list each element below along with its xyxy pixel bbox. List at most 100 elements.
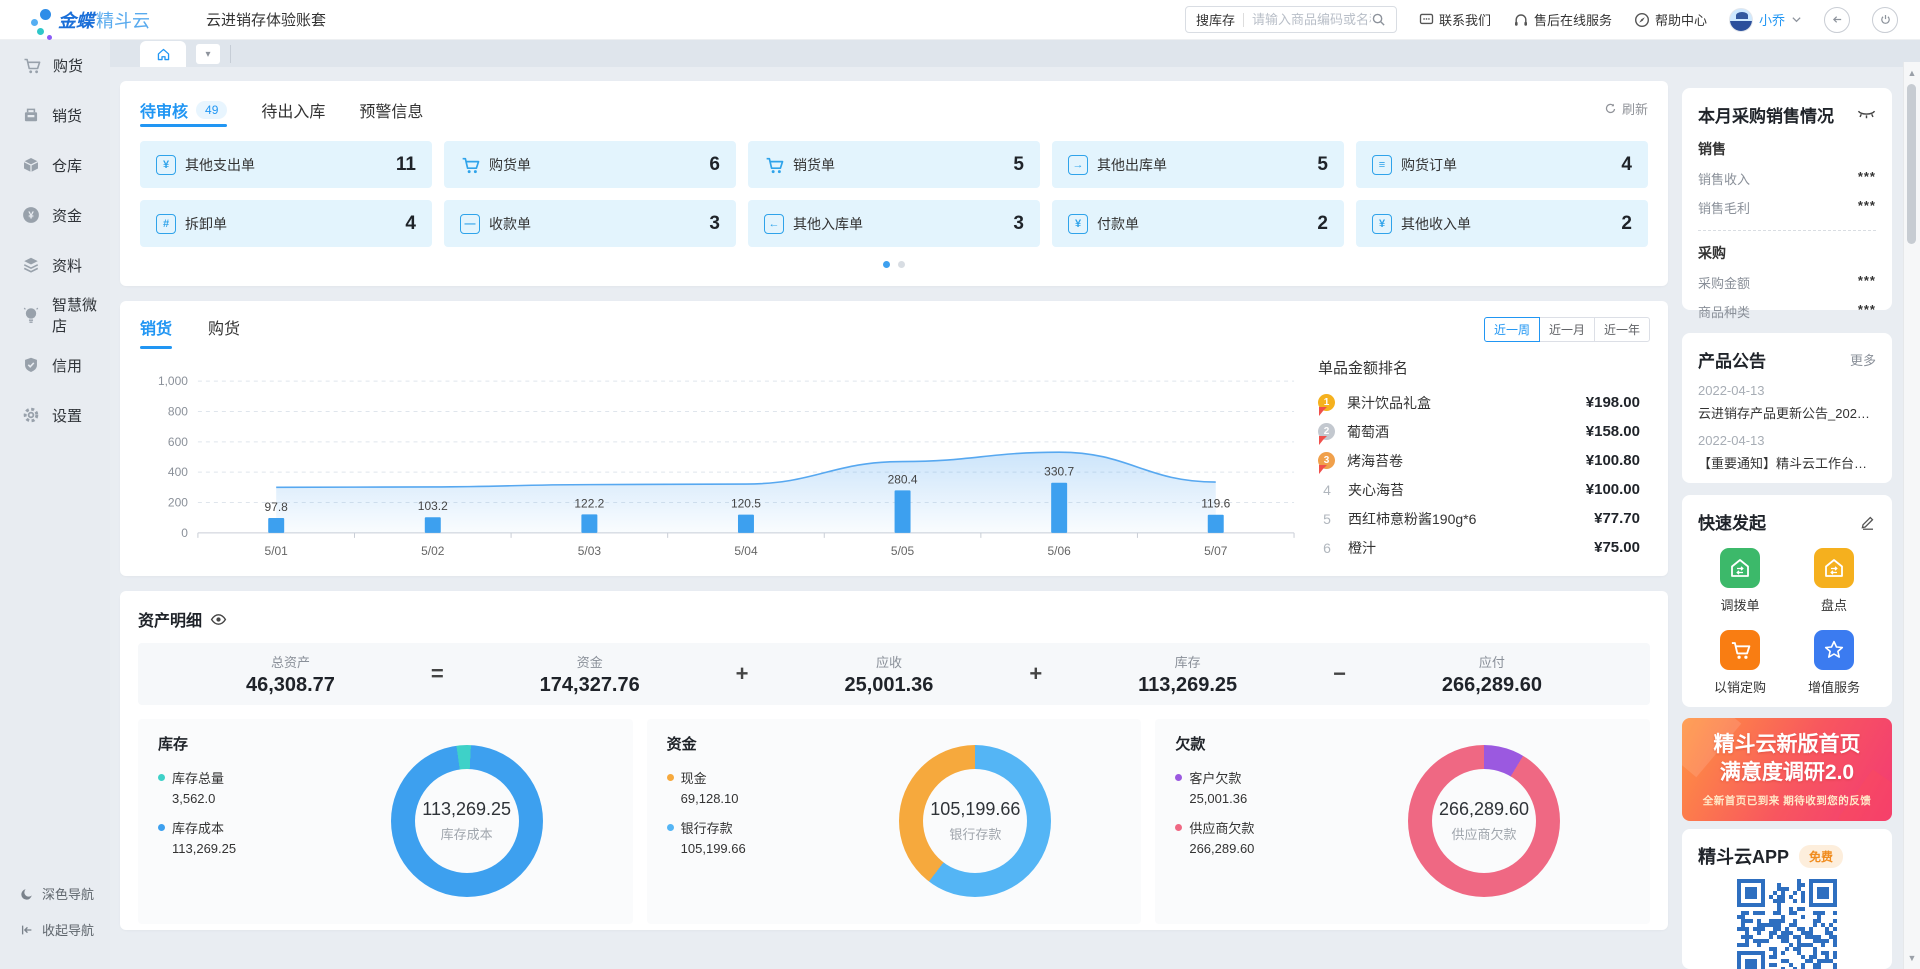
tab-dropdown-button[interactable]: ▾ [196, 44, 220, 64]
svg-text:600: 600 [168, 435, 188, 449]
search-icon[interactable] [1371, 12, 1386, 27]
transfer-icon [1720, 548, 1760, 588]
quick-action-transfer[interactable]: 调拨单 [1698, 548, 1782, 614]
ranking-row[interactable]: 4 夹心海苔 ¥100.00 [1318, 475, 1640, 504]
debt-donut-chart[interactable]: 266,289.60 供应商欠款 [1408, 745, 1560, 897]
announcement-link[interactable]: 云进销存产品更新公告_20220... [1698, 403, 1876, 422]
contact-us-link[interactable]: 联系我们 [1419, 10, 1491, 29]
funds-donut-chart[interactable]: 105,199.66 银行存款 [899, 745, 1051, 897]
legend-dot [667, 774, 674, 781]
doc-card-purchase-order[interactable]: ≡ 购货订单 4 [1356, 141, 1648, 188]
ranking-row[interactable]: 6 橙汁 ¥75.00 [1318, 533, 1640, 562]
power-circle-button[interactable] [1872, 7, 1898, 33]
edit-icon[interactable] [1860, 514, 1876, 530]
back-circle-button[interactable] [1824, 7, 1850, 33]
refresh-button[interactable]: 刷新 [1604, 99, 1648, 118]
dark-nav-toggle[interactable]: 深色导航 [0, 884, 110, 903]
tab-pending-in-out[interactable]: 待出入库 [261, 93, 325, 127]
doc-card-purchase[interactable]: 购货单 6 [444, 141, 736, 188]
banner-line1: 精斗云新版首页 [1714, 731, 1861, 759]
sidebar-item-data[interactable]: 资料 [0, 240, 110, 290]
scrollbar-thumb[interactable] [1907, 84, 1916, 244]
page-scrollbar[interactable]: ▲ ▼ [1903, 62, 1920, 969]
doc-card-receipt[interactable]: — 收款单 3 [444, 200, 736, 247]
sidebar-item-warehouse[interactable]: 仓库 [0, 140, 110, 190]
quick-action-value-added[interactable]: 增值服务 [1792, 630, 1876, 696]
app-qr-code [1737, 879, 1837, 969]
sidebar-item-purchase[interactable]: 购货 [0, 40, 110, 90]
trend-tabs: 销货 购货 [140, 315, 1648, 345]
brand-name-light: 精斗云 [96, 7, 150, 33]
search-category[interactable]: 搜库存 [1196, 10, 1235, 29]
brand-logo[interactable]: 金蝶 精斗云 [24, 3, 174, 37]
eye-closed-icon[interactable] [1857, 108, 1876, 122]
survey-banner[interactable]: 精斗云新版首页 满意度调研2.0 全新首页已到来 期待收到您的反馈 [1682, 718, 1892, 821]
more-link[interactable]: 更多 [1850, 350, 1876, 369]
collapse-icon [20, 923, 34, 937]
help-center-link[interactable]: 帮助中心 [1634, 10, 1707, 29]
stat-row: 销售收入 *** [1698, 169, 1876, 188]
sidebar-item-settings[interactable]: 设置 [0, 390, 110, 440]
doc-card-payment[interactable]: ¥ 付款单 2 [1052, 200, 1344, 247]
home-tab[interactable] [140, 41, 186, 67]
range-year-button[interactable]: 近一年 [1594, 317, 1650, 342]
stat-row: 销售毛利 *** [1698, 198, 1876, 217]
svg-text:122.2: 122.2 [574, 496, 604, 510]
operator-minus: − [1333, 661, 1346, 687]
stocktake-icon [1814, 548, 1854, 588]
doc-card-other-expense[interactable]: ¥ 其他支出单 11 [140, 141, 432, 188]
eye-icon[interactable] [210, 611, 227, 628]
tab-alerts[interactable]: 预警信息 [359, 93, 423, 127]
account-title: 云进销存体验账套 [206, 9, 326, 30]
section-sales: 销售 [1698, 139, 1876, 159]
ranking-row[interactable]: 1 果汁饮品礼盒 ¥198.00 [1318, 388, 1640, 417]
asset-detail-card: 资产明细 总资产46,308.77 = 资金174,327.76 + 应收25,… [120, 591, 1668, 930]
doc-card-disassembly[interactable]: # 拆卸单 4 [140, 200, 432, 247]
svg-text:¥: ¥ [28, 211, 34, 222]
cart-icon [22, 56, 41, 75]
ranking-row[interactable]: 5 西红柿意粉酱190g*6 ¥77.70 [1318, 504, 1640, 533]
sidebar-item-sales[interactable]: 销货 [0, 90, 110, 140]
sidebar-item-credit[interactable]: 信用 [0, 340, 110, 390]
stat-funds: 资金174,327.76 [540, 652, 640, 697]
doc-card-other-income[interactable]: ¥ 其他收入单 2 [1356, 200, 1648, 247]
doc-card-other-inbound[interactable]: ← 其他入库单 3 [748, 200, 1040, 247]
scroll-down-arrow[interactable]: ▼ [1904, 953, 1920, 963]
logo-mark-icon [24, 3, 54, 37]
quick-action-sales-based-purchase[interactable]: 以销定购 [1698, 630, 1782, 696]
range-switcher: 近一周 近一月 近一年 [1485, 317, 1650, 342]
tab-pending-approval[interactable]: 待审核 49 [140, 93, 227, 127]
sidebar-item-funds[interactable]: ¥ 资金 [0, 190, 110, 240]
inventory-search[interactable]: 搜库存 [1185, 6, 1397, 33]
register-icon [22, 106, 40, 124]
sidebar-item-micro-store[interactable]: 智慧微店 [0, 290, 110, 340]
carousel-dot-2[interactable] [898, 261, 905, 268]
tab-sales[interactable]: 销货 [140, 315, 172, 345]
carousel-dot-1[interactable] [883, 261, 890, 268]
svg-text:5/02: 5/02 [421, 544, 445, 558]
refresh-icon [1604, 102, 1617, 115]
ranking-row[interactable]: 3 烤海苔卷 ¥100.80 [1318, 446, 1640, 475]
ranking-row[interactable]: 2 葡萄酒 ¥158.00 [1318, 417, 1640, 446]
announcements-card: 产品公告 更多 2022-04-13 云进销存产品更新公告_20220... 2… [1682, 333, 1892, 483]
announcement-link[interactable]: 【重要通知】精斗云工作台域... [1698, 453, 1876, 472]
collapse-nav-button[interactable]: 收起导航 [0, 920, 110, 939]
range-month-button[interactable]: 近一月 [1539, 317, 1595, 342]
scroll-up-arrow[interactable]: ▲ [1904, 68, 1920, 78]
doc-card-other-outbound[interactable]: → 其他出库单 5 [1052, 141, 1344, 188]
quick-launch-title: 快速发起 [1698, 509, 1766, 534]
asset-equation: 总资产46,308.77 = 资金174,327.76 + 应收25,001.3… [138, 643, 1650, 705]
legend-item: 银行存款 105,199.66 [667, 818, 1122, 856]
range-week-button[interactable]: 近一周 [1484, 317, 1540, 342]
search-input[interactable] [1252, 12, 1371, 27]
tab-purchase[interactable]: 购货 [208, 315, 240, 345]
after-sales-service-link[interactable]: 售后在线服务 [1513, 10, 1612, 29]
user-menu[interactable]: 小乔 [1729, 8, 1802, 32]
pending-count-badge: 49 [196, 101, 227, 119]
svg-text:5/06: 5/06 [1048, 544, 1072, 558]
doc-card-sales[interactable]: 销货单 5 [748, 141, 1040, 188]
inventory-donut-chart[interactable]: 113,269.25 库存成本 [391, 745, 543, 897]
svg-text:5/01: 5/01 [265, 544, 289, 558]
expense-doc-icon: ¥ [156, 155, 176, 175]
quick-action-stocktake[interactable]: 盘点 [1792, 548, 1876, 614]
